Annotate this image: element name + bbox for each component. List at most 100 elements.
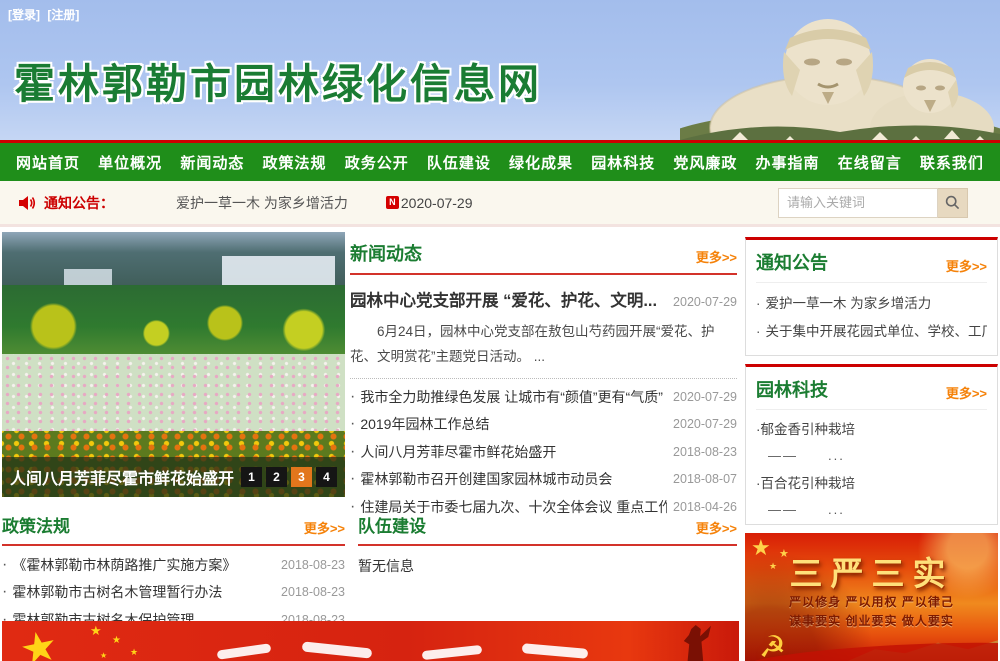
notices-box-header: 通知公告 更多>> — [756, 240, 987, 283]
featured-article-summary: 6月24日，园林中心党支部在敖包山芍药园开展“爱花、护花、文明赏花”主题党日活动… — [350, 320, 737, 370]
tech-item-text[interactable]: 百合花引种栽培 — [761, 476, 856, 491]
tech-item-text[interactable]: 郁金香引种栽培 — [761, 422, 856, 437]
nav-item[interactable]: 联系我们 — [920, 152, 984, 173]
genghis-khan-statues-image — [680, 0, 1000, 140]
policy-header: 政策法规 更多>> — [2, 512, 345, 546]
search-input[interactable] — [778, 188, 938, 218]
register-link[interactable]: [注册] — [47, 8, 79, 22]
news-title: 新闻动态 — [350, 240, 422, 266]
three-stricts-poster-banner[interactable]: ★ ★ ★ 三严三实 严以修身 严以用权 严以律己 谋事要实 创业要实 做人要实… — [745, 533, 998, 661]
policy-title: 政策法规 — [2, 512, 70, 537]
notice-list-item[interactable]: · 爱护一草一木 为家乡增活力 — [756, 290, 987, 318]
policy-item-title[interactable]: 霍林郭勒市古树名木管理暂行办法 — [12, 582, 275, 602]
news-list-item: · 霍林郭勒市召开创建国家园林城市动员会 2018-08-07 — [350, 465, 737, 493]
star-icon: ★ — [112, 635, 121, 646]
policy-more-link[interactable]: 更多>> — [304, 518, 345, 537]
news-item-title[interactable]: 2019年园林工作总结 — [360, 414, 667, 434]
notices-list: · 爱护一草一木 为家乡增活力 · 关于集中开展花园式单位、学校、工厂... — [756, 283, 987, 355]
nav-item[interactable]: 单位概况 — [98, 152, 162, 173]
team-section: 队伍建设 更多>> 暂无信息 — [358, 512, 737, 576]
news-item-title[interactable]: 霍林郭勒市召开创建国家园林城市动员会 — [360, 469, 667, 489]
notice-item-title[interactable]: 关于集中开展花园式单位、学校、工厂... — [766, 324, 988, 339]
team-empty-text: 暂无信息 — [358, 546, 737, 576]
nav-item[interactable]: 政策法规 — [263, 152, 327, 173]
bullet: · — [756, 296, 761, 311]
tech-item-title[interactable]: ·百合花引种栽培 — [756, 472, 987, 492]
nav-item[interactable]: 园林科技 — [591, 152, 655, 173]
notice-item-title[interactable]: 爱护一草一木 为家乡增活力 — [766, 296, 932, 311]
nav-item[interactable]: 在线留言 — [838, 152, 902, 173]
notice-bar: 通知公告： 爱护一草一木 为家乡增活力 N 2020-07-29 — [0, 181, 1000, 227]
nav-item[interactable]: 党风廉政 — [673, 152, 737, 173]
right-sidebar: 通知公告 更多>> · 爱护一草一木 为家乡增活力 · 关于集中开展花园式单位、学校… — [745, 237, 998, 661]
news-item-title[interactable]: 人间八月芳菲尽霍市鲜花始盛开 — [360, 442, 667, 462]
news-more-link[interactable]: 更多>> — [696, 247, 737, 266]
tech-item-title[interactable]: ·郁金香引种栽培 — [756, 418, 987, 438]
news-list-item: · 人间八月芳菲尽霍市鲜花始盛开 2018-08-23 — [350, 438, 737, 466]
poster-line2: 谋事要实 创业要实 做人要实 — [745, 612, 998, 629]
nav-item[interactable]: 绿化成果 — [509, 152, 573, 173]
search-box — [778, 188, 968, 218]
bullet: · — [350, 415, 355, 433]
team-more-link[interactable]: 更多>> — [696, 518, 737, 537]
notice-date: 2020-07-29 — [401, 195, 473, 211]
site-title: 霍林郭勒市园林绿化信息网 — [14, 50, 542, 110]
featured-article: 园林中心党支部开展 “爱花、护花、文明... 2020-07-29 6月24日，… — [350, 275, 737, 370]
news-list: · 我市全力助推绿色发展 让城市有“颜值”更有“气质” 2020-07-29 ·… — [350, 383, 737, 521]
notice-link[interactable]: 爱护一草一木 为家乡增活力 — [176, 193, 348, 213]
new-badge-icon: N — [386, 196, 399, 209]
policy-list-item: · 《霍林郭勒市林荫路推广实施方案》 2018-08-23 — [2, 551, 345, 579]
worker-statue-silhouette — [677, 625, 711, 661]
tech-list-item: ·郁金香引种栽培 —— ... — [756, 418, 987, 464]
search-button[interactable] — [938, 188, 968, 218]
carousel-page[interactable]: 2 — [266, 467, 287, 487]
bullet: · — [350, 388, 355, 406]
news-section: 新闻动态 更多>> 园林中心党支部开展 “爱花、护花、文明... 2020-07… — [350, 240, 737, 520]
star-icon: ★ — [90, 623, 102, 639]
news-item-date: 2018-08-23 — [673, 445, 737, 459]
carousel-caption[interactable]: 人间八月芳菲尽霍市鲜花始盛开 — [10, 465, 237, 489]
policy-item-title[interactable]: 《霍林郭勒市林荫路推广实施方案》 — [12, 555, 275, 575]
calligraphy-stroke-graphic — [217, 643, 272, 659]
carousel-page[interactable]: 1 — [241, 467, 262, 487]
policy-list-item: · 霍林郭勒市古树名木管理暂行办法 2018-08-23 — [2, 579, 345, 607]
bullet: · — [756, 324, 761, 339]
nav-item[interactable]: 队伍建设 — [427, 152, 491, 173]
news-item-title[interactable]: 我市全力助推绿色发展 让城市有“颜值”更有“气质” — [360, 387, 667, 407]
notices-more-link[interactable]: 更多>> — [946, 256, 987, 275]
nav-item[interactable]: 新闻动态 — [180, 152, 244, 173]
news-list-item: · 2019年园林工作总结 2020-07-29 — [350, 410, 737, 438]
photo-carousel[interactable]: 人间八月芳菲尽霍市鲜花始盛开 1234 — [2, 232, 345, 497]
carousel-pagination: 1234 — [237, 467, 337, 487]
news-item-date: 2020-07-29 — [673, 417, 737, 431]
carousel-page[interactable]: 3 — [291, 467, 312, 487]
site-header: [登录] [注册] 霍林郭勒市园林绿化信息网 — [0, 0, 1000, 140]
news-header: 新闻动态 更多>> — [350, 240, 737, 275]
notices-box-title: 通知公告 — [756, 249, 828, 275]
speaker-icon — [18, 195, 36, 211]
featured-article-title[interactable]: 园林中心党支部开展 “爱花、护花、文明... — [350, 287, 665, 311]
bottom-red-banner[interactable]: ★ ★ ★ ★ ★ — [2, 621, 739, 661]
party-emblem-icon: ☭ — [759, 630, 786, 661]
tech-item-sub: —— ... — [768, 499, 987, 518]
notice-list-item[interactable]: · 关于集中开展花园式单位、学校、工厂... — [756, 318, 987, 346]
carousel-page[interactable]: 4 — [316, 467, 337, 487]
tech-list-item: ·百合花引种栽培 —— ... — [756, 472, 987, 518]
bullet: · — [350, 443, 355, 461]
team-title: 队伍建设 — [358, 512, 426, 537]
nav-item[interactable]: 政务公开 — [345, 152, 409, 173]
notices-box: 通知公告 更多>> · 爱护一草一木 为家乡增活力 · 关于集中开展花园式单位、学校… — [745, 237, 998, 356]
bullet: · — [350, 498, 355, 516]
login-link[interactable]: [登录] — [8, 8, 40, 22]
garden-tech-box: 园林科技 更多>> ·郁金香引种栽培 —— ... ·百合花引种栽培 —— ..… — [745, 364, 998, 525]
garden-tech-more-link[interactable]: 更多>> — [946, 383, 987, 402]
star-icon: ★ — [130, 647, 138, 658]
policy-item-date: 2018-08-23 — [281, 558, 345, 572]
policy-item-date: 2018-08-23 — [281, 585, 345, 599]
nav-item[interactable]: 办事指南 — [756, 152, 820, 173]
calligraphy-stroke-graphic — [302, 641, 373, 658]
nav-item[interactable]: 网站首页 — [16, 152, 80, 173]
news-item-date: 2020-07-29 — [673, 390, 737, 404]
tech-item-sub: —— ... — [768, 445, 987, 464]
calligraphy-stroke-graphic — [522, 643, 589, 659]
